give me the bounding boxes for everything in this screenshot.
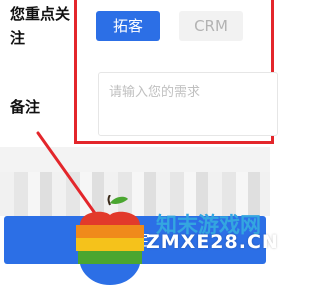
focus-label: 您重点关注: [10, 5, 71, 47]
option-crm-button[interactable]: CRM: [179, 11, 243, 41]
watermark-text-en: ZMXE28.CN: [146, 231, 279, 253]
fruit-logo-icon: [76, 194, 144, 285]
note-placeholder: 请输入您的需求: [109, 85, 201, 100]
divider-band: [0, 147, 270, 172]
option-tuoke-button[interactable]: 拓客: [96, 11, 160, 41]
note-textarea[interactable]: 请输入您的需求: [98, 72, 278, 136]
watermark-logo: 知末游戏网 ZMXE28.CN: [70, 194, 278, 290]
note-label: 备注: [10, 98, 41, 116]
